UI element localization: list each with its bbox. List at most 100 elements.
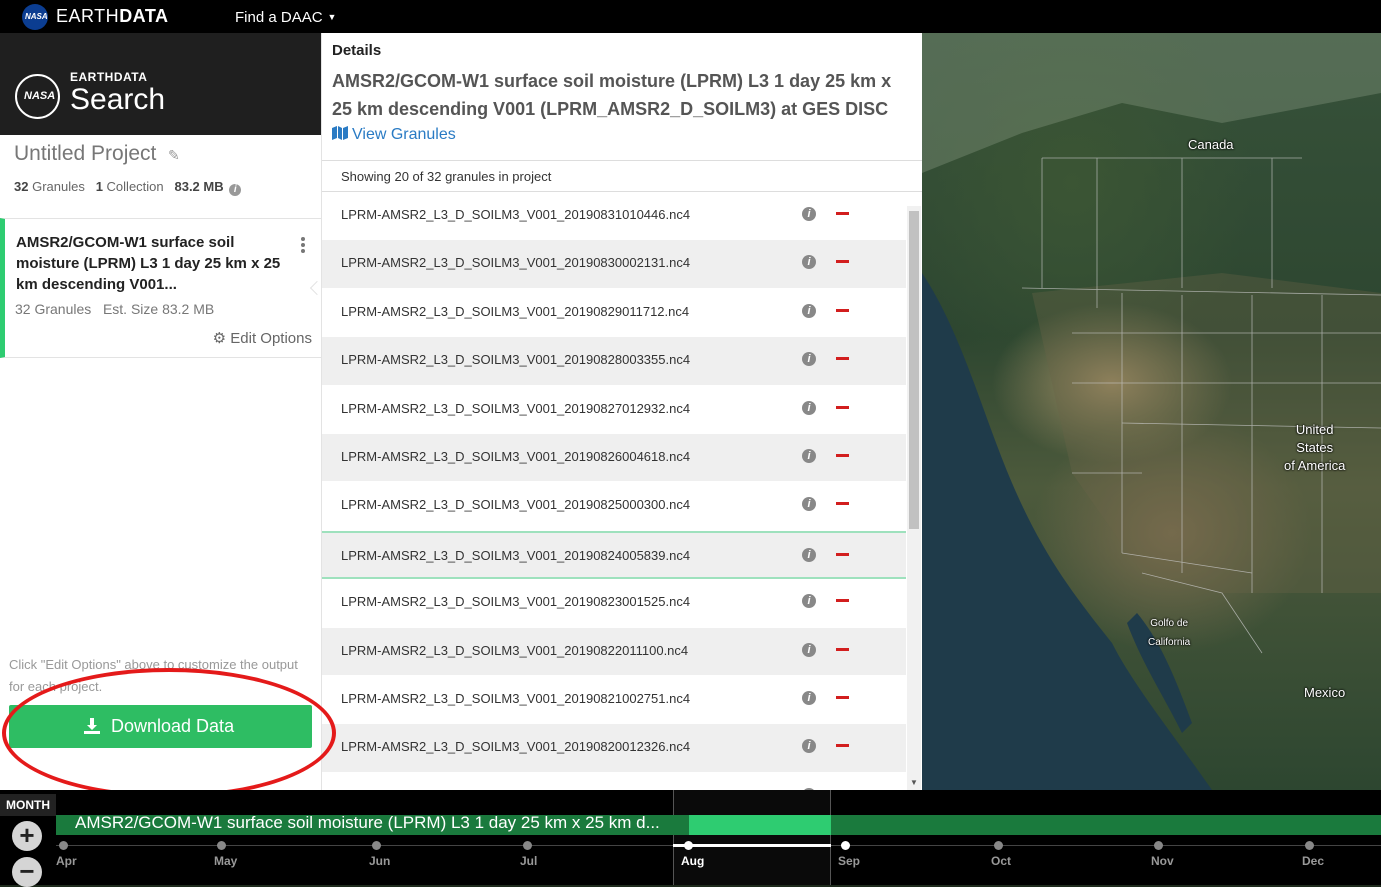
timeline-month-label[interactable]: Nov	[1151, 854, 1174, 868]
collection-meta: 32 Granules Est. Size 83.2 MB	[15, 301, 215, 317]
granule-name: LPRM-AMSR2_L3_D_SOILM3_V001_201908300021…	[341, 255, 691, 271]
info-icon[interactable]: i	[802, 400, 816, 415]
gear-icon: ⚙	[212, 330, 227, 347]
granule-row[interactable]: LPRM-AMSR2_L3_D_SOILM3_V001_201908240058…	[322, 530, 906, 580]
details-collection-title: AMSR2/GCOM-W1 surface soil moisture (LPR…	[332, 71, 892, 119]
map-boundaries	[922, 33, 1381, 790]
granule-row[interactable]: LPRM-AMSR2_L3_D_SOILM3_V001_201908210027…	[322, 675, 906, 725]
download-label: Download Data	[111, 716, 235, 736]
granule-row[interactable]: LPRM-AMSR2_L3_D_SOILM3_V001_201908190040…	[322, 772, 906, 790]
remove-granule-icon[interactable]	[836, 453, 849, 457]
app-header[interactable]: NASA EARTHDATA Search	[0, 33, 321, 135]
top-navbar: NASA EARTHDATA Find a DAAC ▼	[0, 0, 1381, 33]
info-icon[interactable]: i	[802, 690, 816, 705]
info-icon[interactable]: i	[802, 594, 816, 609]
remove-granule-icon[interactable]	[836, 552, 849, 556]
info-icon[interactable]: i	[802, 255, 816, 270]
granule-name: LPRM-AMSR2_L3_D_SOILM3_V001_201908280033…	[341, 352, 691, 368]
project-title[interactable]: Untitled Project	[14, 142, 156, 166]
more-options-icon[interactable]	[301, 237, 307, 255]
collection-title: AMSR2/GCOM-W1 surface soil moisture (LPR…	[16, 234, 281, 293]
map-label-usa: United States of America	[1284, 422, 1346, 473]
timeline-month-label[interactable]: Dec	[1302, 854, 1324, 868]
granule-row[interactable]: LPRM-AMSR2_L3_D_SOILM3_V001_201908260046…	[322, 433, 906, 483]
granule-name: LPRM-AMSR2_L3_D_SOILM3_V001_201908220111…	[341, 642, 689, 658]
granule-row[interactable]: LPRM-AMSR2_L3_D_SOILM3_V001_201908310104…	[322, 192, 906, 241]
remove-granule-icon[interactable]	[836, 357, 849, 361]
earthdata-brand[interactable]: EARTHDATA	[56, 6, 169, 27]
timeline-tick	[372, 841, 381, 850]
granule-name: LPRM-AMSR2_L3_D_SOILM3_V001_201908290117…	[341, 303, 690, 319]
timeline-tick	[841, 841, 850, 850]
nasa-logo-icon[interactable]: NASA	[22, 4, 48, 30]
info-icon[interactable]: i	[802, 497, 816, 512]
granule-count-summary: Showing 20 of 32 granules in project	[322, 160, 922, 192]
timeline-month-label[interactable]: May	[214, 854, 237, 868]
granule-name: LPRM-AMSR2_L3_D_SOILM3_V001_201908230015…	[341, 594, 691, 610]
view-granules-link[interactable]: View Granules	[332, 126, 456, 144]
timeline-collection-bar-focused[interactable]	[689, 815, 831, 835]
timeline-zoom-level: MONTH	[0, 794, 56, 816]
granule-row[interactable]: LPRM-AMSR2_L3_D_SOILM3_V001_201908200123…	[322, 724, 906, 773]
remove-granule-icon[interactable]	[836, 744, 849, 748]
timeline-month-label[interactable]: Sep	[838, 854, 860, 868]
info-icon[interactable]: i	[802, 448, 816, 463]
granule-row[interactable]: LPRM-AMSR2_L3_D_SOILM3_V001_201908280033…	[322, 337, 906, 386]
info-icon[interactable]: i	[802, 207, 816, 221]
info-icon[interactable]: i	[802, 739, 816, 754]
remove-granule-icon[interactable]	[836, 260, 849, 264]
edit-options-hint: Click "Edit Options" above to customize …	[9, 657, 298, 694]
granule-row[interactable]: LPRM-AMSR2_L3_D_SOILM3_V001_201908300021…	[322, 240, 906, 289]
zoom-out-button[interactable]: −	[12, 857, 42, 887]
info-icon[interactable]: i	[229, 184, 242, 196]
granule-row[interactable]: LPRM-AMSR2_L3_D_SOILM3_V001_201908220111…	[322, 627, 906, 676]
edit-options-button[interactable]: ⚙ Edit Options	[213, 329, 312, 347]
info-icon[interactable]: i	[802, 547, 816, 562]
timeline-month-label[interactable]: Jul	[520, 854, 537, 868]
timeline-focused-range[interactable]	[673, 790, 831, 885]
remove-granule-icon[interactable]	[836, 695, 849, 699]
timeline-tick	[59, 841, 68, 850]
remove-granule-icon[interactable]	[836, 647, 849, 651]
timeline-collection-title: AMSR2/GCOM-W1 surface soil moisture (LPR…	[75, 813, 660, 832]
granule-row[interactable]: LPRM-AMSR2_L3_D_SOILM3_V001_201908230015…	[322, 579, 906, 628]
download-data-button[interactable]: Download Data	[9, 705, 312, 748]
scroll-down-icon[interactable]: ▼	[910, 778, 918, 787]
granule-list-scrollbar[interactable]: ▼	[907, 206, 921, 790]
granule-row[interactable]: LPRM-AMSR2_L3_D_SOILM3_V001_201908270129…	[322, 385, 906, 434]
remove-granule-icon[interactable]	[836, 599, 849, 603]
granule-name: LPRM-AMSR2_L3_D_SOILM3_V001_201908200123…	[341, 739, 691, 755]
timeline-tick	[1154, 841, 1163, 850]
map-label-mexico: Mexico	[1304, 685, 1346, 700]
info-icon[interactable]: i	[802, 303, 816, 318]
timeline-month-label[interactable]: Jun	[369, 854, 390, 868]
project-stats: 32 Granules 1 Collection 83.2 MB i	[14, 179, 242, 196]
granule-name: LPRM-AMSR2_L3_D_SOILM3_V001_201908250003…	[341, 497, 691, 513]
info-icon[interactable]: i	[802, 642, 816, 657]
granule-name: LPRM-AMSR2_L3_D_SOILM3_V001_201908210027…	[341, 690, 691, 706]
timeline-month-label[interactable]: Aug	[681, 854, 704, 868]
map-label-golfo: Golfo de California	[1148, 618, 1191, 648]
scrollbar-thumb[interactable]	[909, 211, 919, 529]
pencil-icon[interactable]: ✎	[168, 147, 182, 163]
find-daac-dropdown[interactable]: Find a DAAC ▼	[235, 9, 336, 26]
remove-granule-icon[interactable]	[836, 308, 849, 312]
granule-name: LPRM-AMSR2_L3_D_SOILM3_V001_201908240058…	[341, 547, 691, 563]
map-view[interactable]: Canada United States of America Golfo de Ca…	[922, 33, 1381, 790]
zoom-in-button[interactable]: +	[12, 821, 42, 851]
granule-row[interactable]: LPRM-AMSR2_L3_D_SOILM3_V001_201908250003…	[322, 482, 906, 531]
timeline-tick	[994, 841, 1003, 850]
remove-granule-icon[interactable]	[836, 405, 849, 409]
granule-row[interactable]: LPRM-AMSR2_L3_D_SOILM3_V001_201908290117…	[322, 288, 906, 338]
info-icon[interactable]: i	[802, 352, 816, 367]
remove-granule-icon[interactable]	[836, 212, 849, 215]
map-icon	[332, 126, 348, 140]
project-collection-card[interactable]: AMSR2/GCOM-W1 surface soil moisture (LPR…	[0, 218, 325, 358]
timeline-month-label[interactable]: Apr	[56, 854, 77, 868]
timeline[interactable]: AMSR2/GCOM-W1 surface soil moisture (LPR…	[0, 790, 1381, 887]
timeline-month-label[interactable]: Oct	[991, 854, 1011, 868]
collection-details-panel: Details AMSR2/GCOM-W1 surface soil moist…	[321, 33, 946, 790]
timeline-axis-focus	[673, 844, 831, 847]
remove-granule-icon[interactable]	[836, 502, 849, 506]
timeline-tick	[1305, 841, 1314, 850]
